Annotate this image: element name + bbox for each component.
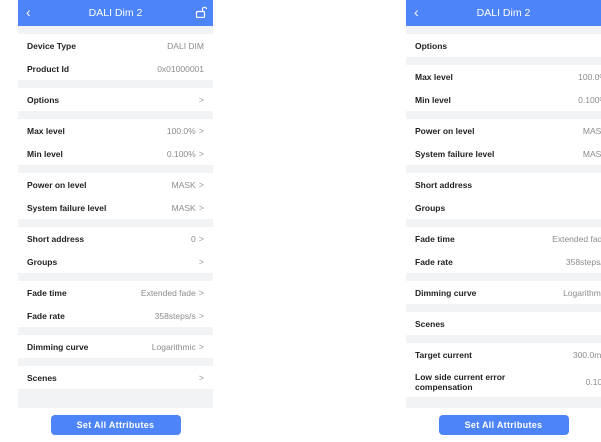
row-value: 0.100% bbox=[578, 94, 601, 105]
row-label: Fade time bbox=[415, 233, 455, 244]
footer-bar: Set All Attributes bbox=[18, 408, 213, 442]
row-value: Extended fade bbox=[140, 287, 196, 298]
row-min-level[interactable]: Min level 0.100% bbox=[406, 88, 601, 111]
row-product-id: Product Id 0x01000001 bbox=[18, 57, 213, 80]
row-system-failure-level[interactable]: System failure level MASK bbox=[406, 142, 601, 165]
row-label: Power on level bbox=[27, 179, 87, 190]
row-system-failure-level[interactable]: System failure level MASK > bbox=[18, 196, 213, 219]
row-power-on-level[interactable]: Power on level MASK > bbox=[18, 173, 213, 196]
row-label: Short address bbox=[27, 233, 85, 244]
row-label: Product Id bbox=[27, 63, 70, 74]
row-label: Options bbox=[27, 94, 60, 105]
row-scenes[interactable]: Scenes bbox=[406, 312, 601, 335]
row-dimming-curve[interactable]: Dimming curve Logarithmic > bbox=[18, 335, 213, 358]
page-title: DALI Dim 2 bbox=[88, 7, 143, 19]
row-low-side-current-error-compensation[interactable]: Low side current error compensation 0.10… bbox=[406, 366, 601, 397]
row-short-address[interactable]: Short address 0 > bbox=[18, 227, 213, 250]
chevron-right-icon: > bbox=[198, 202, 204, 213]
row-value: 358steps/s bbox=[154, 310, 196, 321]
chevron-right-icon: > bbox=[198, 179, 204, 190]
row-fade-time[interactable]: Fade time Extended fade > bbox=[18, 281, 213, 304]
row-target-current[interactable]: Target current 300.0mA bbox=[406, 343, 601, 366]
row-fade-rate[interactable]: Fade rate 358steps/s bbox=[406, 250, 601, 273]
row-fade-rate[interactable]: Fade rate 358steps/s > bbox=[18, 304, 213, 327]
chevron-right-icon: > bbox=[198, 125, 204, 136]
header-bar: ‹ DALI Dim 2 bbox=[18, 0, 213, 26]
row-value: MASK bbox=[582, 148, 601, 159]
chevron-right-icon: > bbox=[198, 341, 204, 352]
left-screen: ‹ DALI Dim 2 Device Type DALI DIM Produc… bbox=[18, 0, 213, 442]
row-value: DALI DIM bbox=[167, 40, 204, 51]
row-options[interactable]: Options > bbox=[18, 88, 213, 111]
set-all-attributes-button[interactable]: Set All Attributes bbox=[438, 415, 569, 435]
row-value: 0.100% bbox=[166, 148, 196, 159]
row-label: Power on level bbox=[415, 125, 475, 136]
row-label: Min level bbox=[415, 94, 451, 105]
chevron-right-icon: > bbox=[198, 256, 204, 267]
row-label: Fade rate bbox=[415, 256, 453, 267]
header-bar: ‹ DALI Dim 2 bbox=[406, 0, 601, 26]
row-label: Dimming curve bbox=[415, 287, 477, 298]
row-options[interactable]: Options bbox=[406, 34, 601, 57]
row-value: 300.0mA bbox=[572, 349, 601, 360]
chevron-right-icon: > bbox=[198, 94, 204, 105]
row-short-address[interactable]: Short address 0 bbox=[406, 173, 601, 196]
row-value: 100.0% bbox=[166, 125, 196, 136]
row-fade-time[interactable]: Fade time Extended fade bbox=[406, 227, 601, 250]
row-label: Scenes bbox=[27, 372, 57, 383]
set-all-attributes-button[interactable]: Set All Attributes bbox=[50, 415, 181, 435]
row-groups[interactable]: Groups bbox=[406, 196, 601, 219]
right-screen: ‹ DALI Dim 2 Options Max level 100.0% Mi… bbox=[406, 0, 601, 442]
page-title: DALI Dim 2 bbox=[476, 7, 531, 19]
chevron-right-icon: > bbox=[198, 310, 204, 321]
row-label: Scenes bbox=[415, 318, 445, 329]
row-label: Target current bbox=[415, 349, 472, 360]
row-value: Extended fade bbox=[552, 233, 601, 244]
row-label: System failure level bbox=[415, 148, 495, 159]
row-label: Fade time bbox=[27, 287, 67, 298]
row-label: Max level bbox=[415, 71, 453, 82]
row-label: Groups bbox=[415, 202, 446, 213]
row-label: Dimming curve bbox=[27, 341, 89, 352]
row-value: Logarithmic bbox=[151, 341, 196, 352]
row-label: Max level bbox=[27, 125, 65, 136]
chevron-right-icon: > bbox=[198, 148, 204, 159]
row-label: Low side current error compensation bbox=[415, 371, 506, 392]
chevron-right-icon: > bbox=[198, 287, 204, 298]
chevron-right-icon: > bbox=[198, 372, 204, 383]
row-value: Logarithmic bbox=[563, 287, 601, 298]
row-max-level[interactable]: Max level 100.0% > bbox=[18, 119, 213, 142]
row-groups[interactable]: Groups > bbox=[18, 250, 213, 273]
row-value: 0x01000001 bbox=[157, 63, 204, 74]
footer-bar: Set All Attributes bbox=[406, 408, 601, 442]
row-value: 100.0% bbox=[578, 71, 601, 82]
row-scenes[interactable]: Scenes > bbox=[18, 366, 213, 389]
back-icon[interactable]: ‹ bbox=[414, 4, 419, 20]
row-label: Fade rate bbox=[27, 310, 65, 321]
row-label: Device Type bbox=[27, 40, 76, 51]
row-value: MASK bbox=[582, 125, 601, 136]
row-label: Min level bbox=[27, 148, 63, 159]
row-label: Groups bbox=[27, 256, 58, 267]
row-value: 358steps/s bbox=[565, 256, 601, 267]
row-value: 0.100 bbox=[585, 376, 601, 387]
chevron-right-icon: > bbox=[198, 233, 204, 244]
unlock-icon[interactable] bbox=[195, 6, 207, 18]
row-value: MASK bbox=[171, 179, 196, 190]
row-power-on-level[interactable]: Power on level MASK bbox=[406, 119, 601, 142]
back-icon[interactable]: ‹ bbox=[26, 4, 31, 20]
row-max-level[interactable]: Max level 100.0% bbox=[406, 65, 601, 88]
row-device-type: Device Type DALI DIM bbox=[18, 34, 213, 57]
row-dimming-curve[interactable]: Dimming curve Logarithmic bbox=[406, 281, 601, 304]
row-value: 0 bbox=[191, 233, 196, 244]
row-label: Short address bbox=[415, 179, 473, 190]
row-label: Options bbox=[415, 40, 448, 51]
row-min-level[interactable]: Min level 0.100% > bbox=[18, 142, 213, 165]
row-label: System failure level bbox=[27, 202, 107, 213]
row-value: MASK bbox=[171, 202, 196, 213]
